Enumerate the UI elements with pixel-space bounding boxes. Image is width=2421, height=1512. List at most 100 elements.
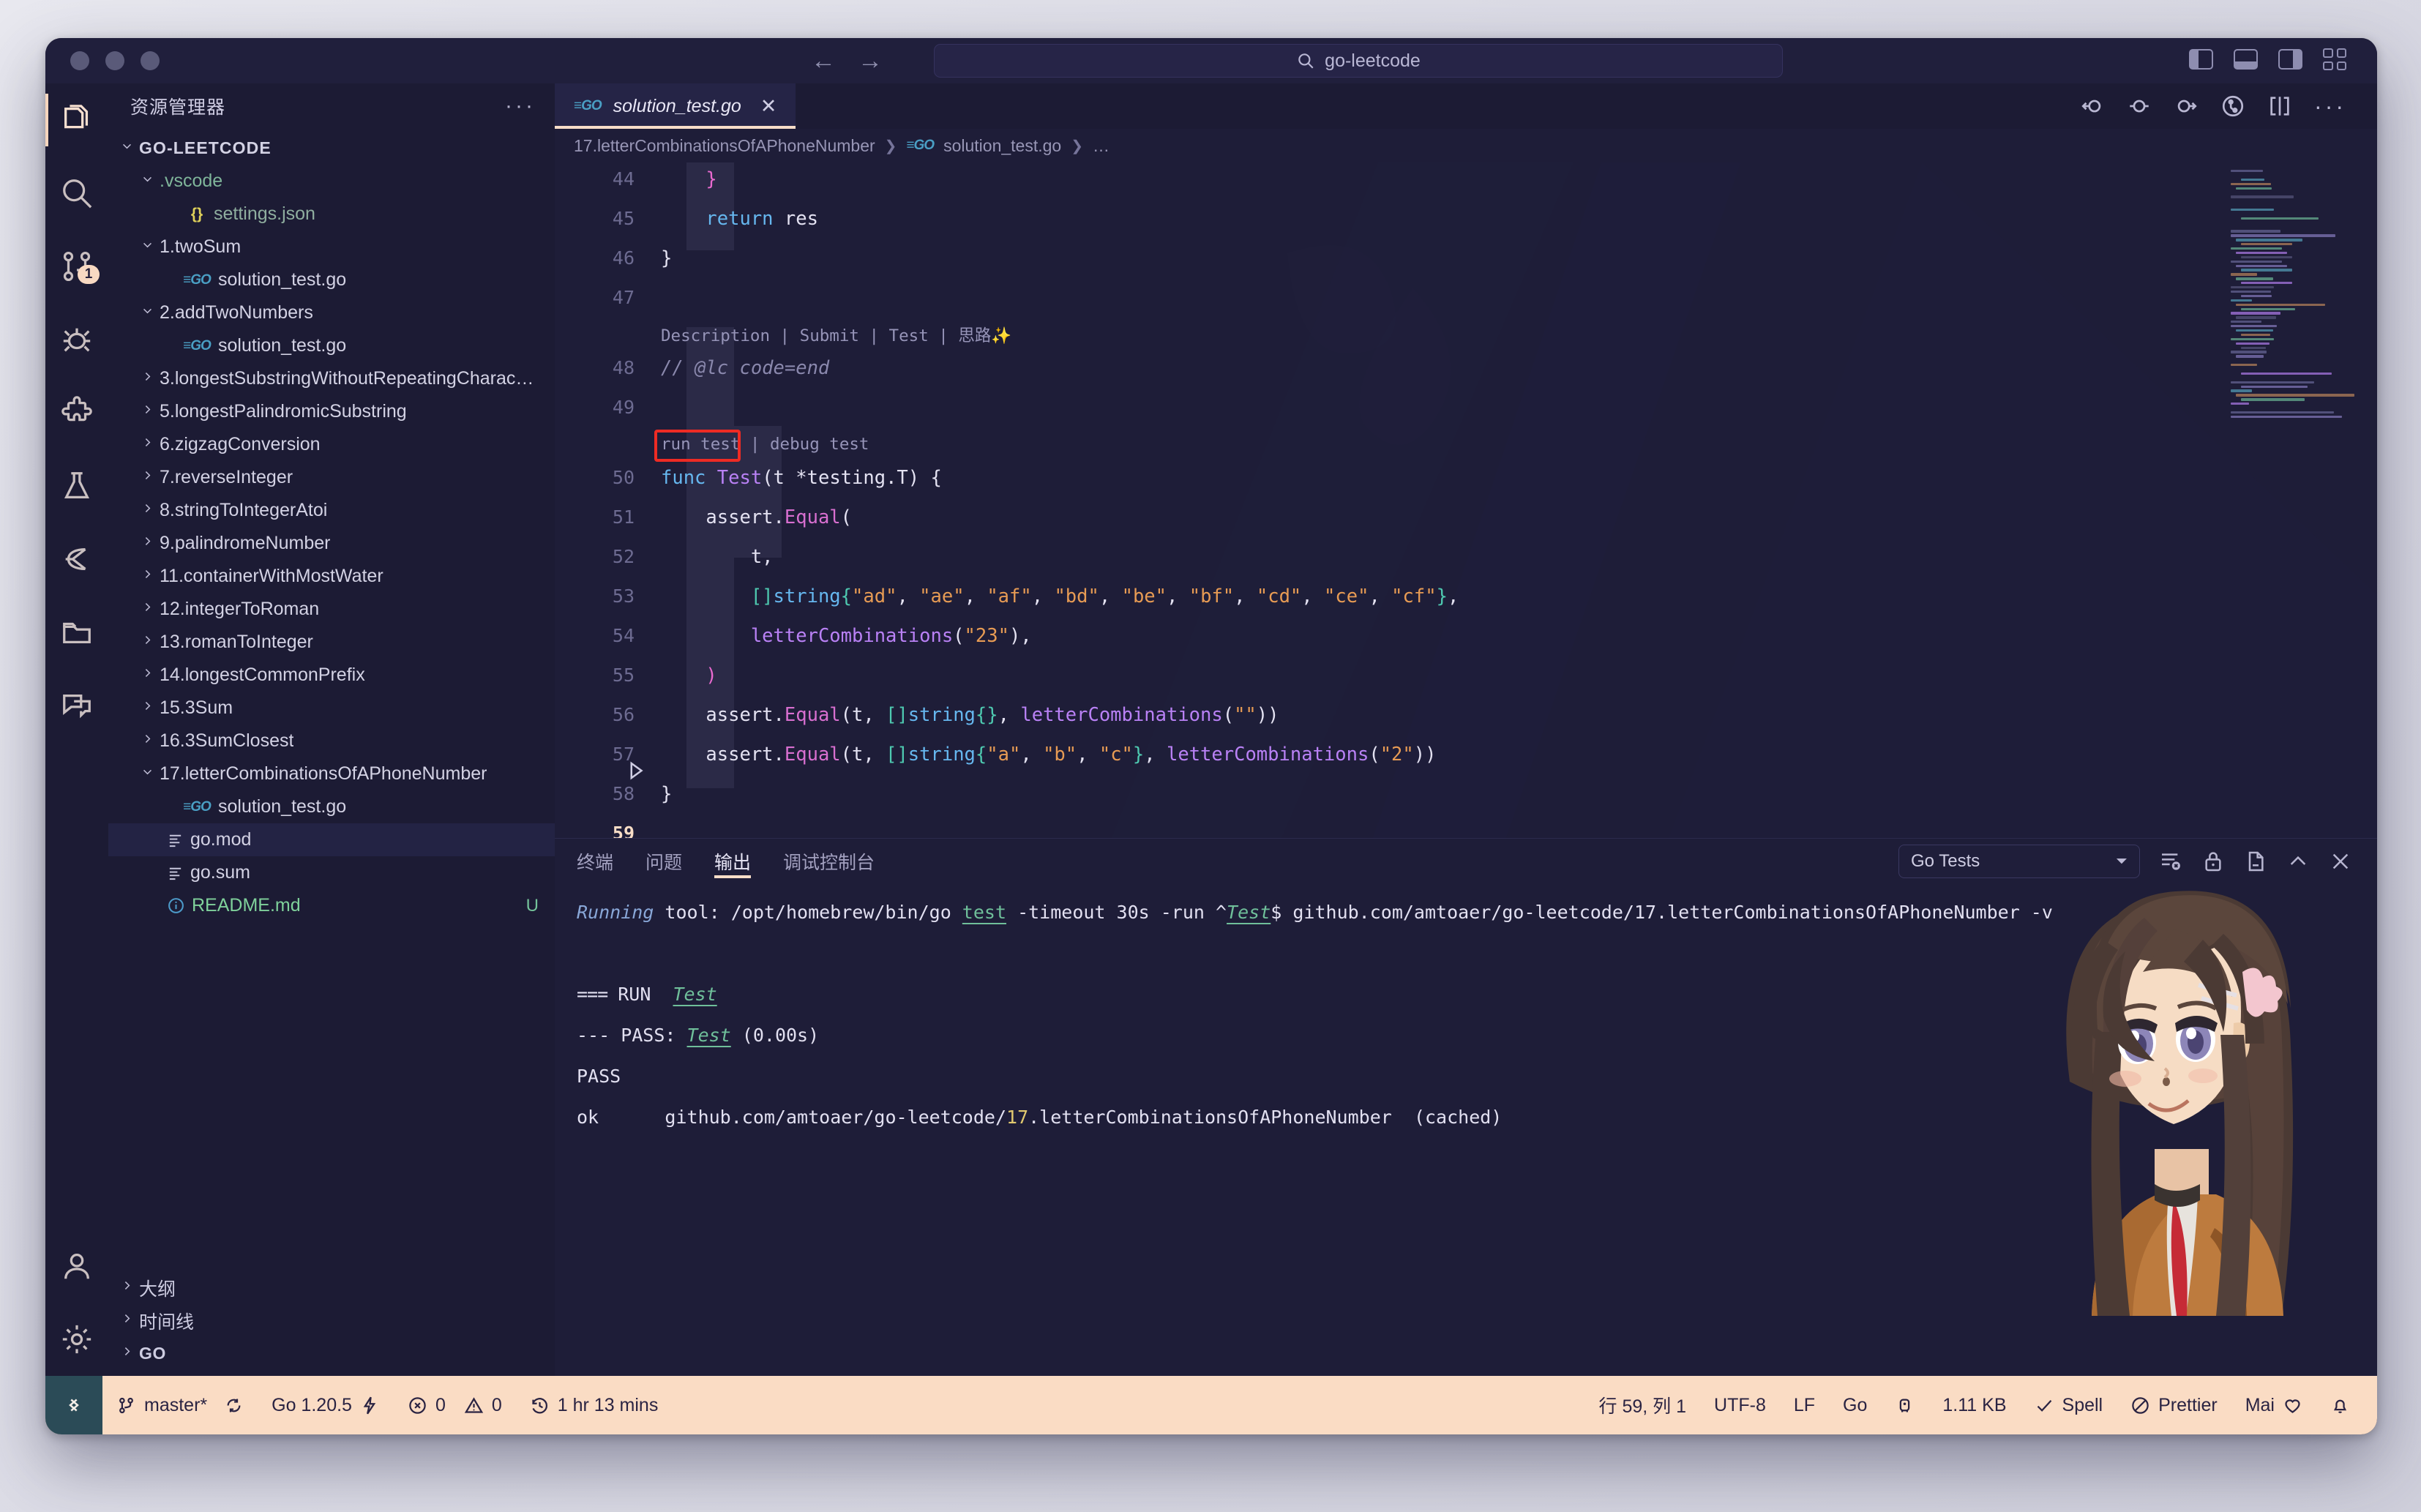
lock-scroll-icon[interactable] <box>2201 850 2225 873</box>
tree-item-6.zigzagconversion[interactable]: 6.zigzagConversion <box>108 428 555 461</box>
manage-settings-button[interactable] <box>45 1303 108 1376</box>
sidebar-item-search[interactable] <box>45 157 108 230</box>
sidebar-section-大纲[interactable]: 大纲 <box>108 1271 555 1304</box>
status-go-nightly[interactable] <box>1881 1376 1928 1434</box>
chevron-right-icon[interactable] <box>135 700 160 716</box>
tree-item-.vscode[interactable]: .vscode <box>108 165 555 198</box>
status-branch[interactable]: master* <box>102 1376 258 1434</box>
code-editor[interactable]: 44 } 45 return res 46 } 47 Description |… <box>555 162 2377 838</box>
output-content[interactable]: Running tool: /opt/homebrew/bin/go test … <box>555 884 2377 1376</box>
tree-item-16.3sumclosest[interactable]: 16.3SumClosest <box>108 725 555 757</box>
chevron-right-icon[interactable] <box>135 436 160 453</box>
chevron-right-icon[interactable] <box>135 667 160 684</box>
arrow-left-icon[interactable]: ← <box>811 48 836 73</box>
status-mai[interactable]: Mai <box>2231 1376 2316 1434</box>
output-run-test-link[interactable]: Test <box>673 984 716 1005</box>
chevron-down-icon[interactable]: ⏷ <box>2116 853 2128 870</box>
minimize-window-button[interactable] <box>105 51 124 70</box>
tree-item-1.twosum[interactable]: 1.twoSum <box>108 231 555 263</box>
tree-item-solution-test.go[interactable]: ≡GO solution_test.go <box>108 329 555 362</box>
code-line[interactable]: 58 } <box>555 777 2377 810</box>
tree-item-7.reverseinteger[interactable]: 7.reverseInteger <box>108 461 555 494</box>
go-test-next-icon[interactable] <box>2174 94 2199 119</box>
output-channel-select[interactable]: Go Tests ⏷ <box>1898 845 2140 878</box>
status-encoding[interactable]: UTF-8 <box>1700 1376 1780 1434</box>
tree-item-12.integertoroman[interactable]: 12.integerToRoman <box>108 593 555 626</box>
go-test-current-icon[interactable] <box>2127 94 2152 119</box>
chevron-down-icon[interactable] <box>135 239 160 255</box>
code-line-active[interactable]: 59 <box>555 817 2377 838</box>
tree-item-17.lettercombinationsofaphonenumber[interactable]: 17.letterCombinationsOfAPhoneNumber <box>108 757 555 790</box>
split-editor-icon[interactable] <box>2267 94 2292 119</box>
editor-minimap[interactable] <box>2225 170 2364 419</box>
codelens-row-top[interactable]: Description | Submit | Test | 思路✨ <box>555 318 2377 351</box>
status-prettier[interactable]: Prettier <box>2117 1376 2231 1434</box>
tree-item-go.mod[interactable]: go.mod <box>108 823 555 856</box>
source-control-graph-icon[interactable] <box>2220 94 2245 119</box>
tab-debug-console[interactable]: 调试控制台 <box>783 839 875 884</box>
maximize-panel-icon[interactable] <box>2286 850 2310 873</box>
go-test-previous-icon[interactable] <box>2080 94 2105 119</box>
status-time-tracked[interactable]: 1 hr 13 mins <box>516 1376 673 1434</box>
close-icon[interactable]: ✕ <box>760 95 777 118</box>
tree-item-readme.md[interactable]: README.md U <box>108 889 555 922</box>
sidebar-more-actions-icon[interactable]: ··· <box>505 95 536 117</box>
status-notifications[interactable] <box>2316 1376 2364 1434</box>
minimap-scrollbar[interactable] <box>2367 162 2377 838</box>
tab-output[interactable]: 输出 <box>714 839 752 884</box>
toggle-panel-icon[interactable] <box>2234 49 2258 70</box>
status-cursor-position[interactable]: 行 59, 列 1 <box>1585 1376 1701 1434</box>
tree-root-go-leetcode[interactable]: GO-LEETCODE <box>108 132 555 165</box>
sidebar-item-remote-explorer[interactable] <box>45 596 108 669</box>
quick-open-input[interactable]: go-leetcode <box>934 44 1783 78</box>
code-line[interactable]: 46 } <box>555 242 2377 274</box>
close-panel-icon[interactable] <box>2329 850 2352 873</box>
tree-item-8.stringtointegeratoi[interactable]: 8.stringToIntegerAtoi <box>108 494 555 527</box>
tree-item-2.addtwonumbers[interactable]: 2.addTwoNumbers <box>108 296 555 329</box>
tree-item-5.longestpalindromicsubstring[interactable]: 5.longestPalindromicSubstring <box>108 395 555 428</box>
code-line[interactable]: 51 assert.Equal( <box>555 501 2377 534</box>
codelens-links[interactable]: Description | Submit | Test | 思路✨ <box>661 323 1011 346</box>
sidebar-section-时间线[interactable]: 时间线 <box>108 1304 555 1337</box>
codelens-row-test[interactable]: run test | debug test <box>555 427 2377 462</box>
accounts-button[interactable] <box>45 1230 108 1303</box>
sidebar-section-GO[interactable]: GO <box>108 1337 555 1370</box>
file-tree[interactable]: GO-LEETCODE .vscode {} settings.json 1.twoSu… <box>108 129 555 1271</box>
code-line[interactable]: 52 t, <box>555 540 2377 573</box>
chevron-right-icon[interactable] <box>135 535 160 552</box>
sidebar-item-explorer[interactable] <box>45 83 108 157</box>
tree-item-solution-test.go[interactable]: ≡GO solution_test.go <box>108 263 555 296</box>
status-filesize[interactable]: 1.11 KB <box>1928 1376 2020 1434</box>
chevron-right-icon[interactable] <box>135 370 160 387</box>
tab-terminal[interactable]: 终端 <box>577 839 613 884</box>
output-test-link-2[interactable]: Test <box>1227 902 1271 923</box>
code-line[interactable]: 53 []string{"ad", "ae", "af", "bd", "be"… <box>555 580 2377 613</box>
chevron-right-icon[interactable] <box>135 568 160 585</box>
tree-item-solution-test.go[interactable]: ≡GO solution_test.go <box>108 790 555 823</box>
status-spell[interactable]: Spell <box>2021 1376 2117 1434</box>
code-lines[interactable]: 44 } 45 return res 46 } 47 Description |… <box>555 162 2377 838</box>
code-line[interactable]: 47 <box>555 281 2377 314</box>
tree-item-settings.json[interactable]: {} settings.json <box>108 198 555 231</box>
chevron-right-icon[interactable] <box>114 1279 139 1296</box>
tree-item-3.longestsubstringwithoutrepeatingcharact-[interactable]: 3.longestSubstringWithoutRepeatingCharac… <box>108 362 555 395</box>
status-problems[interactable]: 0 0 <box>394 1376 516 1434</box>
status-language[interactable]: Go <box>1829 1376 1881 1434</box>
toggle-secondary-sidebar-icon[interactable] <box>2278 49 2302 70</box>
breadcrumb-folder[interactable]: 17.letterCombinationsOfAPhoneNumber <box>574 136 875 156</box>
tree-item-11.containerwithmostwater[interactable]: 11.containerWithMostWater <box>108 560 555 593</box>
codelens-test-links[interactable]: run test | debug test <box>654 429 869 462</box>
chevron-right-icon[interactable] <box>135 502 160 519</box>
output-test-link[interactable]: test <box>962 902 1006 923</box>
clear-output-icon[interactable] <box>2159 850 2182 873</box>
remote-window-button[interactable] <box>45 1376 102 1434</box>
breadcrumb-file[interactable]: solution_test.go <box>943 136 1061 156</box>
tab-solution-test-go[interactable]: ≡GO solution_test.go ✕ <box>555 83 796 129</box>
close-window-button[interactable] <box>70 51 89 70</box>
chevron-right-icon[interactable] <box>114 1312 139 1329</box>
chevron-right-icon[interactable] <box>135 601 160 618</box>
status-go-version[interactable]: Go 1.20.5 <box>258 1376 394 1434</box>
tree-item-13.romantointeger[interactable]: 13.romanToInteger <box>108 626 555 659</box>
maximize-window-button[interactable] <box>141 51 160 70</box>
tab-problems[interactable]: 问题 <box>646 839 682 884</box>
